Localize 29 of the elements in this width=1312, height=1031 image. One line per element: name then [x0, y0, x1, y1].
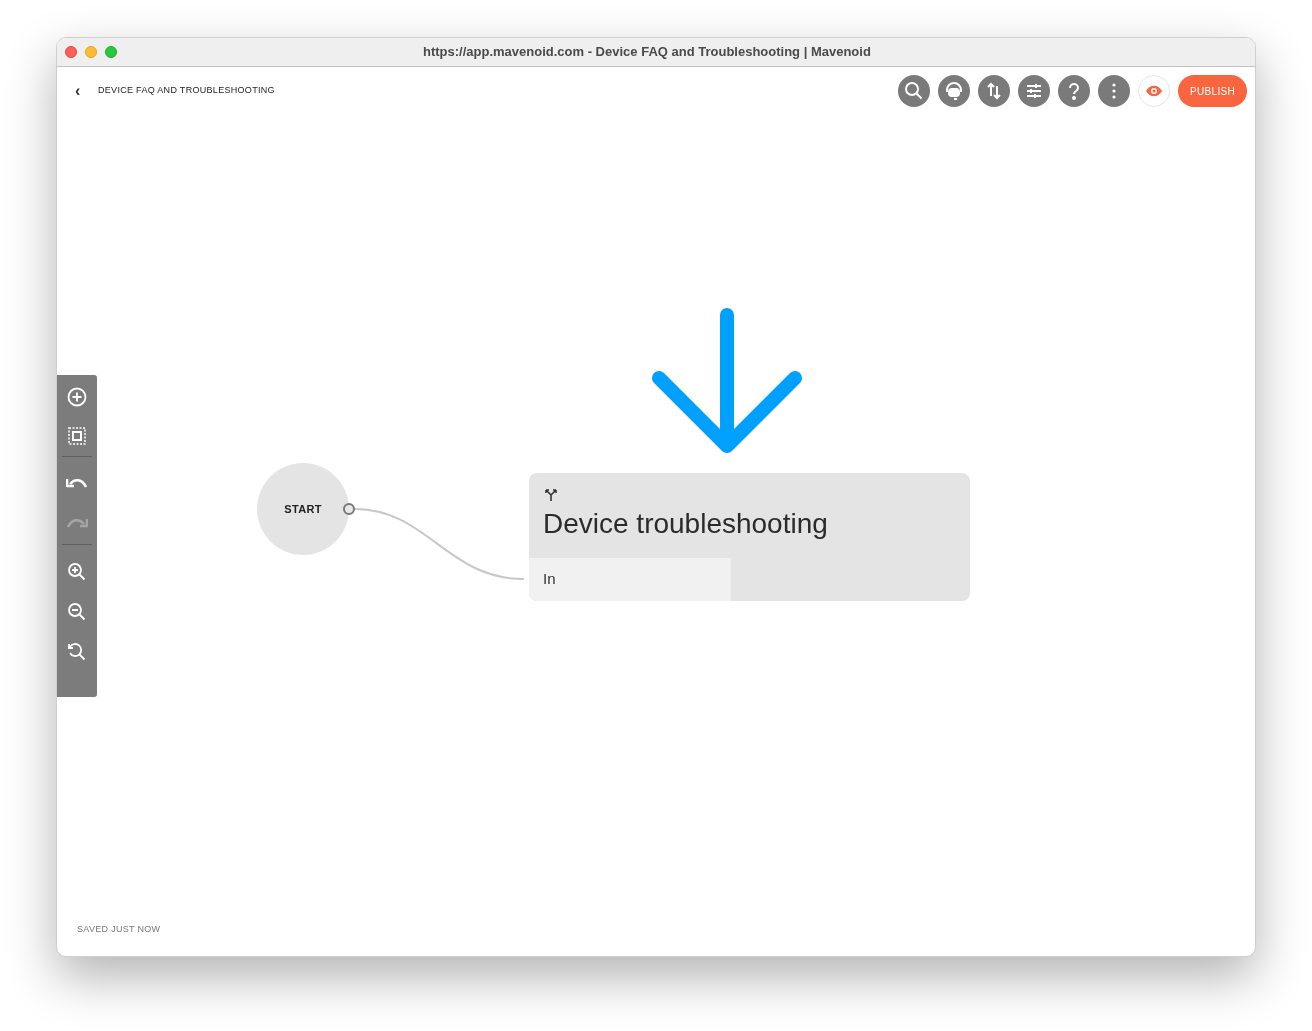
add-icon[interactable] [67, 387, 87, 407]
eye-icon [1145, 85, 1164, 97]
more-button[interactable] [1098, 75, 1131, 107]
select-icon[interactable] [68, 427, 86, 445]
zoom-button[interactable] [105, 46, 117, 58]
close-button[interactable] [65, 46, 77, 58]
page-title: DEVICE FAQ AND TROUBLESHOOTING [98, 84, 275, 98]
reset-zoom-icon[interactable] [67, 642, 87, 662]
more-icon [1112, 83, 1117, 99]
back-button[interactable]: ‹ [75, 79, 87, 103]
headset-button[interactable] [938, 75, 971, 107]
zoom-out-icon[interactable] [67, 602, 87, 622]
window-title: https://app.mavenoid.com - Device FAQ and Troubleshooting | Mavenoid [423, 43, 871, 62]
help-button[interactable] [1058, 75, 1091, 107]
node-title: Device troubleshooting [543, 507, 829, 541]
undo-icon[interactable] [66, 476, 88, 490]
zoom-in-icon[interactable] [67, 562, 87, 582]
start-node[interactable]: START [257, 463, 349, 555]
settings-button[interactable] [1018, 75, 1051, 107]
flow-node[interactable]: Device troubleshooting In [529, 473, 970, 601]
start-label: START [284, 501, 322, 517]
preview-button[interactable] [1138, 75, 1171, 107]
split-icon [544, 488, 558, 502]
headset-icon [944, 81, 965, 101]
port-label: In [543, 569, 556, 590]
search-icon [904, 81, 925, 101]
sort-button[interactable] [978, 75, 1011, 107]
search-button[interactable] [898, 75, 931, 107]
save-status: SAVED JUST NOW [77, 922, 161, 936]
